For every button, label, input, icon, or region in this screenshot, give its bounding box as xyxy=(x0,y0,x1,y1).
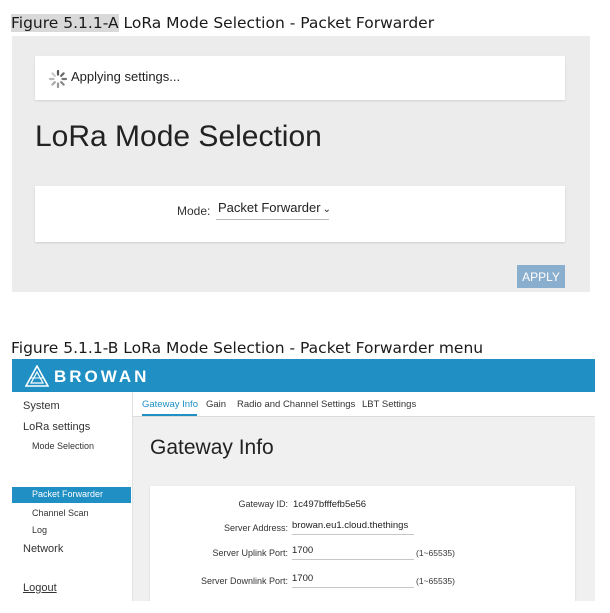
brand-name: BROWAN xyxy=(54,367,150,386)
chevron-down-icon: ⌄ xyxy=(322,204,331,215)
sidebar-item-lora-settings[interactable]: LoRa settings xyxy=(23,421,90,433)
sidebar: System LoRa settings Mode Selection Pack… xyxy=(12,392,133,601)
mode-select[interactable]: Packet Forwarder ⌄ xyxy=(216,200,331,220)
logout-link[interactable]: Logout xyxy=(23,582,57,594)
sidebar-item-label: Packet Forwarder xyxy=(32,489,104,499)
sidebar-item-log[interactable]: Log xyxy=(32,525,47,535)
mode-selection-screenshot: Applying settings... LoRa Mode Selection… xyxy=(12,36,590,292)
mode-label: Mode: xyxy=(177,204,211,218)
downlink-port-range: (1~65535) xyxy=(416,576,455,586)
figure-a-caption-number: Figure 5.1.1-A xyxy=(11,14,119,32)
tab-bar: Gateway Info Gain Radio and Channel Sett… xyxy=(132,392,595,417)
figure-b-caption: Figure 5.1.1-B LoRa Mode Selection - Pac… xyxy=(11,339,484,357)
sidebar-item-network[interactable]: Network xyxy=(23,543,63,555)
mode-select-value: Packet Forwarder xyxy=(218,200,321,215)
status-text: Applying settings... xyxy=(71,69,181,84)
sidebar-item-packet-forwarder[interactable]: Packet Forwarder xyxy=(12,487,131,503)
active-tab-indicator xyxy=(142,414,197,416)
figure-a-caption-text: LoRa Mode Selection - Packet Forwarder xyxy=(118,14,435,32)
packet-forwarder-screenshot: BROWAN System LoRa settings Mode Selecti… xyxy=(12,359,595,601)
mode-card: Mode: Packet Forwarder ⌄ xyxy=(35,186,565,242)
uplink-port-label: Server Uplink Port: xyxy=(212,548,288,558)
apply-button[interactable]: APPLY xyxy=(517,265,565,288)
figure-a-caption: Figure 5.1.1-A LoRa Mode Selection - Pac… xyxy=(11,14,434,32)
spinner-icon xyxy=(48,69,68,89)
app-header: BROWAN xyxy=(12,359,595,392)
uplink-port-range: (1~65535) xyxy=(416,548,455,558)
page-title: LoRa Mode Selection xyxy=(35,120,322,153)
downlink-port-label: Server Downlink Port: xyxy=(200,576,288,586)
gateway-id-label: Gateway ID: xyxy=(238,499,288,509)
server-address-label: Server Address: xyxy=(223,523,288,533)
gateway-id-value: 1c497bfffefb5e56 xyxy=(293,499,367,510)
browan-logo-icon xyxy=(25,365,49,387)
page-title: Gateway Info xyxy=(150,436,274,459)
uplink-port-input[interactable]: 1700 xyxy=(292,545,414,560)
sidebar-item-system[interactable]: System xyxy=(23,400,60,412)
tab-gateway-info[interactable]: Gateway Info xyxy=(142,399,198,410)
main-content: Gateway Info Gateway ID: 1c497bfffefb5e5… xyxy=(133,417,595,601)
tab-lbt-settings[interactable]: LBT Settings xyxy=(362,399,416,410)
tab-gain[interactable]: Gain xyxy=(206,399,226,410)
downlink-port-input[interactable]: 1700 xyxy=(292,573,414,588)
sidebar-item-mode-selection[interactable]: Mode Selection xyxy=(32,441,94,451)
server-address-input[interactable]: browan.eu1.cloud.thethings xyxy=(292,520,414,535)
status-card: Applying settings... xyxy=(35,56,565,100)
gateway-info-card: Gateway ID: 1c497bfffefb5e56 Server Addr… xyxy=(150,486,575,601)
sidebar-item-channel-scan[interactable]: Channel Scan xyxy=(32,508,89,518)
tab-radio-channel-settings[interactable]: Radio and Channel Settings xyxy=(237,399,355,410)
